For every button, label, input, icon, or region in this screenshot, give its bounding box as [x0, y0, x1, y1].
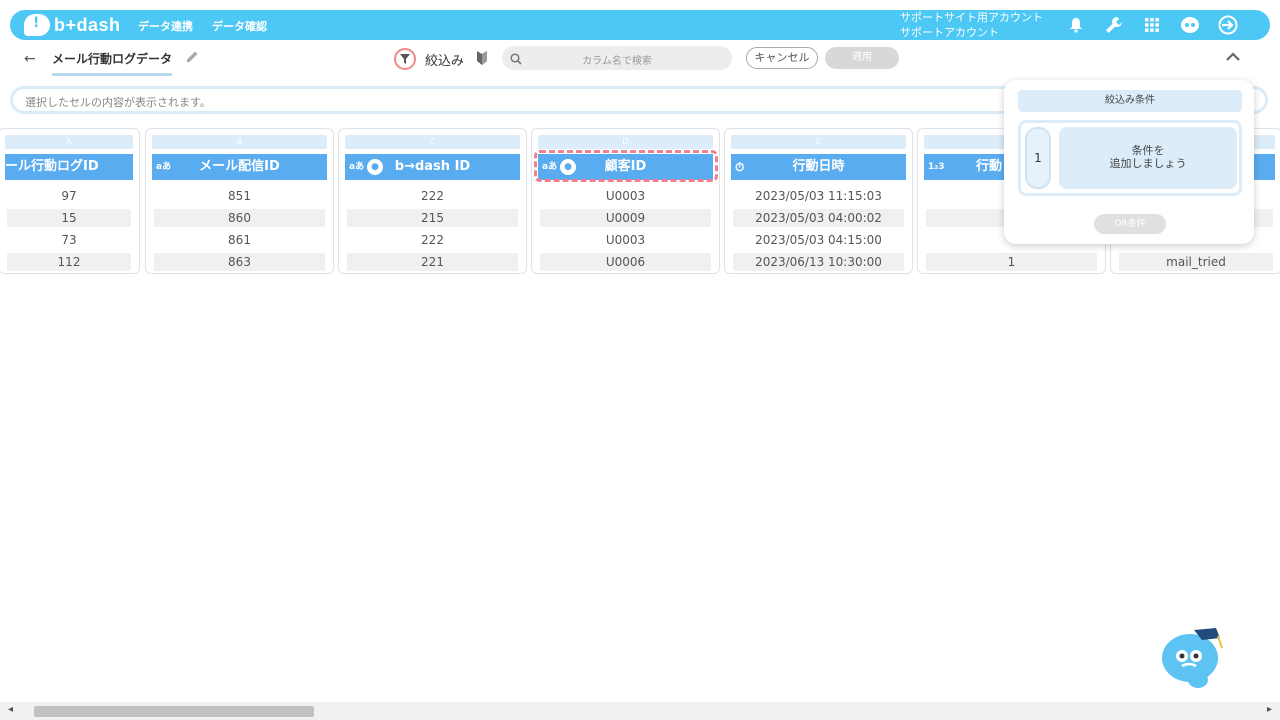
account-org: サポートサイト用アカウント [900, 11, 1043, 24]
column-header[interactable]: aあ ● b→dash ID [345, 154, 520, 180]
nav-data-check[interactable]: データ確認 [212, 18, 267, 34]
logo-bubble-icon [24, 14, 50, 36]
column-header[interactable]: aあ メール配信ID [152, 154, 327, 180]
back-arrow-icon[interactable]: ← [24, 51, 36, 67]
table-cell[interactable]: 1 [926, 253, 1097, 271]
table-cell[interactable]: U0003 [540, 231, 711, 249]
table-cell[interactable]: 2023/05/03 04:00:02 [733, 209, 904, 227]
number-type-icon: 1₂3 [928, 162, 945, 172]
or-condition-button[interactable]: OR条件 [1094, 214, 1166, 234]
cell-content-placeholder: 選択したセルの内容が表示されます。 [25, 96, 211, 109]
table-cell[interactable]: 73 [7, 231, 131, 249]
table-cell[interactable]: 851 [154, 187, 325, 205]
scroll-left-arrow[interactable]: ◂ [8, 704, 13, 715]
table-cell[interactable]: 860 [154, 209, 325, 227]
beginner-leaf-icon[interactable] [476, 50, 488, 69]
grid-icon[interactable] [1142, 15, 1162, 35]
column-header-label: 行動 [976, 159, 1003, 174]
filter-label[interactable]: 絞込み [425, 50, 464, 69]
highlight-dashed-box [534, 150, 718, 182]
scroll-right-arrow[interactable]: ▸ [1267, 704, 1272, 715]
table-cell[interactable]: U0003 [540, 187, 711, 205]
column-c[interactable]: C aあ ● b→dash ID 222 215 222 221 [338, 128, 527, 274]
column-letter[interactable]: C [345, 135, 520, 149]
table-cell[interactable]: 97 [7, 187, 131, 205]
edit-pencil-icon[interactable] [186, 50, 199, 67]
column-search-input[interactable]: カラム名で検索 [502, 46, 732, 70]
account-user: サポートアカウント [900, 26, 999, 39]
scroll-thumb[interactable] [34, 706, 314, 717]
brand-name: b+dash [54, 14, 121, 35]
table-cell[interactable]: 863 [154, 253, 325, 271]
condition-index: 1 [1025, 127, 1051, 189]
column-letter[interactable]: D [538, 135, 713, 149]
add-condition-line1: 条件を [1131, 144, 1165, 157]
toolbar: ← メール行動ログデータ 絞込み カラム名で検索 キャンセル 適用 [6, 42, 1272, 76]
table-cell[interactable]: 2023/05/03 04:15:00 [733, 231, 904, 249]
top-bar: b+dash データ連携 データ確認 サポートサイト用アカウント サポートアカウ… [10, 10, 1270, 40]
search-placeholder: カラム名で検索 [582, 56, 652, 67]
column-letter[interactable]: B [152, 135, 327, 149]
timer-type-icon: ⏱ [735, 160, 745, 174]
table-name-tab[interactable]: メール行動ログデータ [52, 50, 173, 76]
bell-icon[interactable] [1066, 15, 1086, 35]
column-header-label: ール行動ログID [5, 159, 99, 174]
cancel-button[interactable]: キャンセル [746, 47, 818, 69]
table-cell[interactable]: 2023/05/03 11:15:03 [733, 187, 904, 205]
brand-logo[interactable]: b+dash [24, 14, 121, 36]
people-group-icon: ● [367, 159, 383, 175]
column-letter[interactable]: A [5, 135, 133, 149]
column-b[interactable]: B aあ メール配信ID 851 860 861 863 [145, 128, 334, 274]
filter-condition-group: 1 条件を 追加しましょう [1018, 120, 1242, 196]
add-condition-line2: 追加しましょう [1109, 157, 1187, 170]
table-cell[interactable]: U0006 [540, 253, 711, 271]
table-cell[interactable]: 215 [347, 209, 518, 227]
column-header-label: 行動日時 [792, 159, 845, 174]
column-header-label: メール配信ID [199, 159, 280, 174]
table-cell[interactable]: 222 [347, 231, 518, 249]
table-cell[interactable]: 2023/06/13 10:30:00 [733, 253, 904, 271]
table-cell[interactable]: mail_tried [1119, 253, 1273, 271]
account-info[interactable]: サポートサイト用アカウント サポートアカウント [900, 10, 1043, 40]
table-cell[interactable]: 222 [347, 187, 518, 205]
logout-icon[interactable] [1218, 15, 1238, 35]
column-header[interactable]: ール行動ログID [5, 154, 133, 180]
collapse-chevron-icon[interactable] [1226, 50, 1240, 66]
mascot-help-icon[interactable] [1180, 15, 1200, 35]
filter-panel-title: 絞込み条件 [1018, 90, 1242, 112]
horizontal-scrollbar[interactable]: ◂ ▸ [0, 702, 1280, 720]
column-e[interactable]: E ⏱ 行動日時 2023/05/03 11:15:03 2023/05/03 0… [724, 128, 913, 274]
column-header-label: b→dash ID [394, 159, 471, 174]
filter-condition-panel: 絞込み条件 1 条件を 追加しましょう OR条件 [1004, 80, 1254, 244]
table-cell[interactable]: 221 [347, 253, 518, 271]
mascot-assistant-icon[interactable] [1158, 624, 1228, 688]
table-cell[interactable]: 112 [7, 253, 131, 271]
nav-data-link[interactable]: データ連携 [138, 18, 193, 34]
column-letter[interactable]: E [731, 135, 906, 149]
wrench-icon[interactable] [1104, 15, 1124, 35]
table-cell[interactable]: 861 [154, 231, 325, 249]
column-header[interactable]: ⏱ 行動日時 [731, 154, 906, 180]
table-cell[interactable]: 15 [7, 209, 131, 227]
text-type-icon: aあ [349, 162, 365, 172]
text-type-icon: aあ [156, 162, 172, 172]
column-a[interactable]: A ール行動ログID 97 15 73 112 [0, 128, 140, 274]
filter-icon[interactable] [394, 48, 416, 70]
add-condition-button[interactable]: 条件を 追加しましょう [1059, 127, 1237, 189]
apply-button[interactable]: 適用 [825, 47, 899, 69]
table-cell[interactable]: U0009 [540, 209, 711, 227]
